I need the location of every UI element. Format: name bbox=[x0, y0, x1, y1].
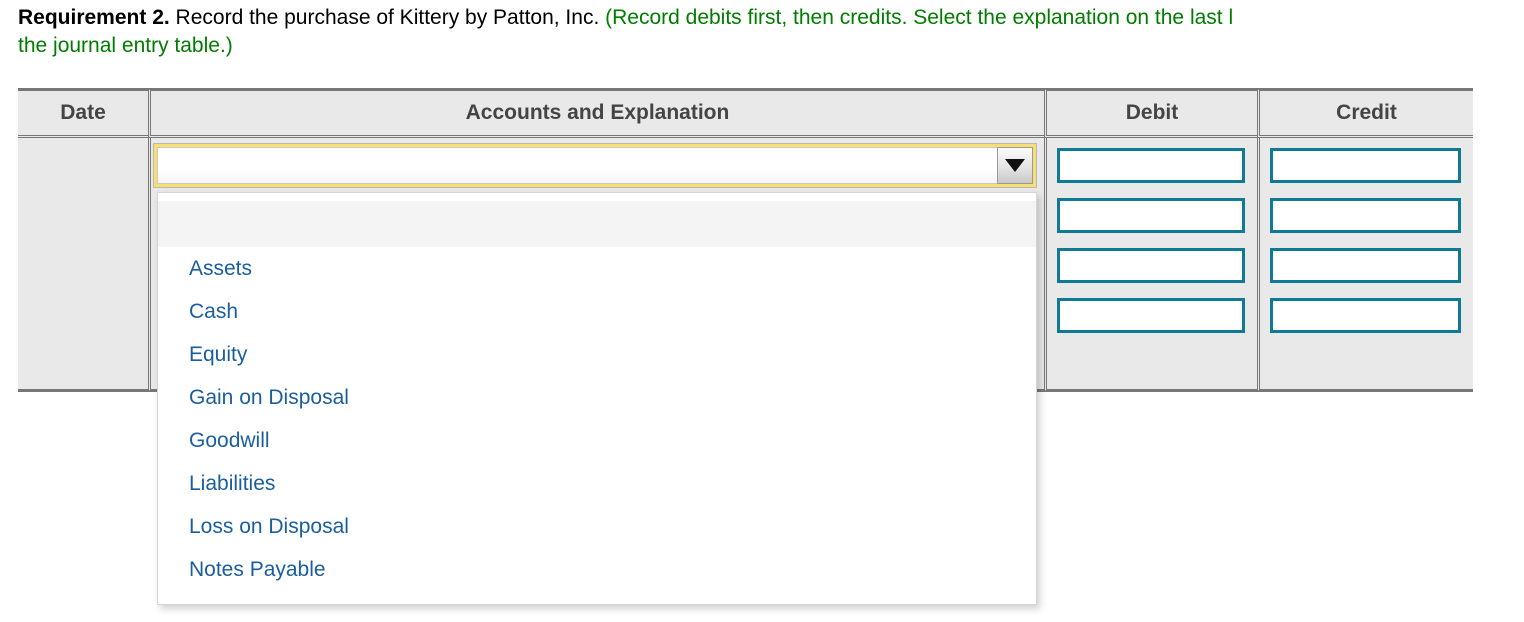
chevron-down-icon[interactable] bbox=[997, 147, 1033, 184]
chevron-down-glyph bbox=[1005, 159, 1025, 172]
requirement-task: Record the purchase of Kittery by Patton… bbox=[169, 6, 606, 29]
column-header-date: Date bbox=[18, 88, 148, 138]
account-select[interactable] bbox=[153, 143, 1037, 188]
requirement-instruction-line1: (Record debits first, then credits. Sele… bbox=[605, 6, 1234, 29]
table-header-row: Date Accounts and Explanation Debit Cred… bbox=[18, 88, 1476, 138]
dropdown-option-goodwill[interactable]: Goodwill bbox=[158, 419, 1036, 462]
column-header-accounts: Accounts and Explanation bbox=[148, 88, 1044, 138]
requirement-prompt: Requirement 2. Record the purchase of Ki… bbox=[18, 4, 1524, 57]
dropdown-option-assets[interactable]: Assets bbox=[158, 247, 1036, 290]
debit-input-3[interactable] bbox=[1057, 248, 1245, 283]
credit-input-2[interactable] bbox=[1270, 198, 1461, 233]
dropdown-option-blank[interactable] bbox=[158, 201, 1036, 247]
dropdown-option-gain-on-disposal[interactable]: Gain on Disposal bbox=[158, 376, 1036, 419]
credit-input-1[interactable] bbox=[1270, 148, 1461, 183]
debit-input-4[interactable] bbox=[1057, 298, 1245, 333]
credit-cell bbox=[1257, 138, 1473, 392]
account-select-dropdown[interactable]: Assets Cash Equity Gain on Disposal Good… bbox=[157, 192, 1037, 605]
column-header-credit: Credit bbox=[1257, 88, 1473, 138]
dropdown-option-cash[interactable]: Cash bbox=[158, 290, 1036, 333]
credit-input-3[interactable] bbox=[1270, 248, 1461, 283]
requirement-instruction-line2: the journal entry table.) bbox=[18, 34, 233, 57]
credit-input-4[interactable] bbox=[1270, 298, 1461, 333]
requirement-label: Requirement 2. bbox=[18, 6, 170, 29]
debit-input-stack bbox=[1047, 138, 1257, 333]
dropdown-option-notes-payable[interactable]: Notes Payable bbox=[158, 548, 1036, 591]
column-header-debit: Debit bbox=[1044, 88, 1257, 138]
credit-input-stack bbox=[1260, 138, 1473, 333]
debit-input-1[interactable] bbox=[1057, 148, 1245, 183]
date-cell[interactable] bbox=[18, 138, 148, 392]
dropdown-option-liabilities[interactable]: Liabilities bbox=[158, 462, 1036, 505]
account-select-face[interactable] bbox=[157, 147, 1033, 184]
debit-cell bbox=[1044, 138, 1257, 392]
debit-input-2[interactable] bbox=[1057, 198, 1245, 233]
dropdown-option-equity[interactable]: Equity bbox=[158, 333, 1036, 376]
dropdown-option-loss-on-disposal[interactable]: Loss on Disposal bbox=[158, 505, 1036, 548]
